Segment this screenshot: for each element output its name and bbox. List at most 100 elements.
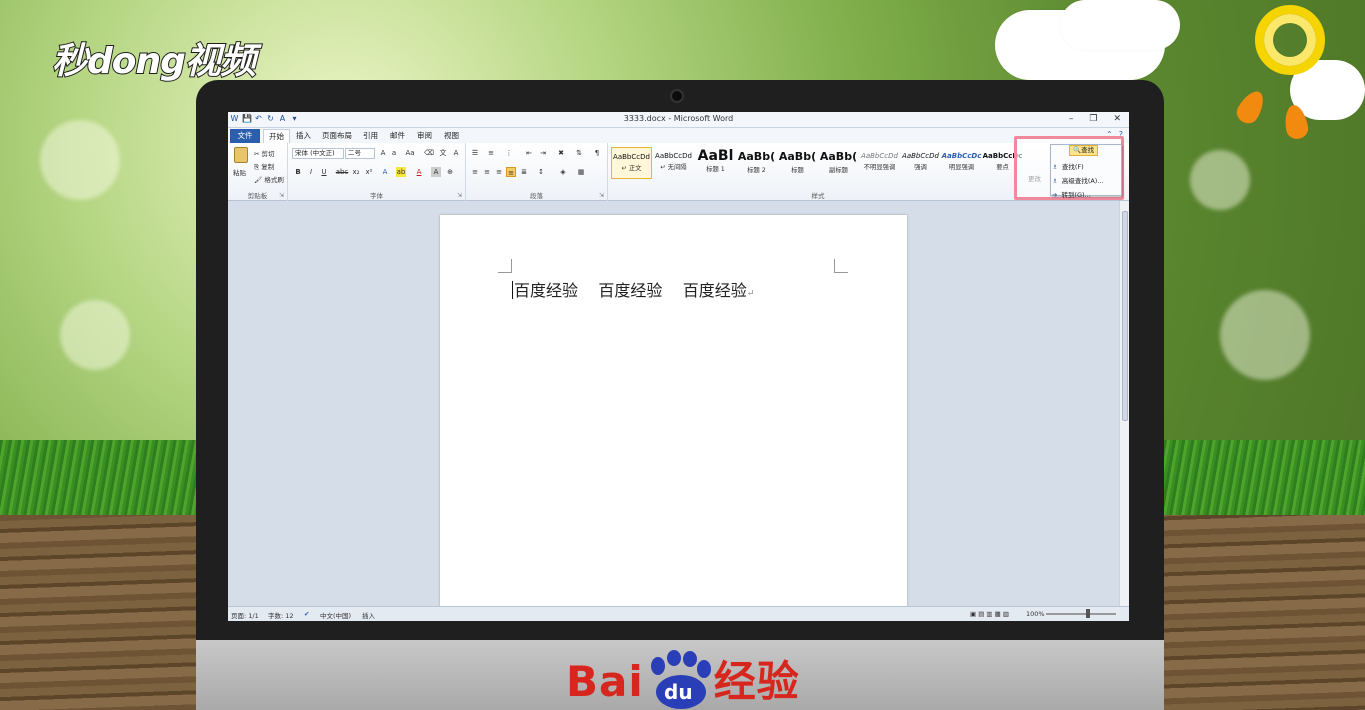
shading-icon[interactable]: ◈ (558, 167, 568, 177)
style-subtle-emphasis[interactable]: AaBbCcDd 不明显强调 (859, 147, 900, 179)
style-title[interactable]: AaBb( 标题 (777, 147, 818, 179)
vertical-scrollbar[interactable] (1119, 201, 1129, 606)
style-normal[interactable]: AaBbCcDd ↵ 正文 (611, 147, 652, 179)
document-text[interactable]: 百度经验 百度经验 百度经验↵ (512, 277, 754, 301)
menu-item-goto[interactable]: ➔ 转到(G)... (1052, 189, 1091, 199)
text-cursor (512, 281, 513, 299)
proofing-icon[interactable]: ✔ (304, 610, 309, 618)
subscript-button[interactable]: x₂ (351, 167, 361, 177)
style-intense-emphasis[interactable]: AaBbCcDc 明显强调 (941, 147, 982, 179)
document-page[interactable]: 百度经验 百度经验 百度经验↵ (440, 215, 907, 615)
tab-file[interactable]: 文件 (230, 129, 260, 143)
line-spacing-icon[interactable]: ↕ (536, 167, 546, 177)
close-button[interactable]: ✕ (1113, 114, 1121, 124)
increase-indent-icon[interactable]: ⇥ (538, 148, 548, 158)
tab-review[interactable]: 审阅 (412, 129, 437, 143)
text-effects-icon[interactable]: A (380, 167, 390, 177)
borders-icon[interactable]: ▦ (576, 167, 586, 177)
strikethrough-button[interactable]: abc (335, 167, 349, 177)
align-right-icon[interactable]: ≡ (494, 167, 504, 177)
paste-icon[interactable] (234, 147, 248, 163)
language-indicator[interactable]: 中文(中国) (320, 610, 351, 620)
highlight-color-icon[interactable]: ab (396, 167, 406, 177)
bokeh-light (1220, 290, 1310, 380)
word-count[interactable]: 字数: 12 (268, 610, 294, 620)
tab-mailings[interactable]: 邮件 (385, 129, 410, 143)
tab-references[interactable]: 引用 (358, 129, 383, 143)
sort-icon[interactable]: ⇅ (574, 148, 584, 158)
video-watermark-logo: 秒dong视频 (51, 40, 257, 83)
change-case-icon[interactable]: Aa (405, 148, 415, 158)
font-name-select[interactable]: 宋体 (中文正) (292, 148, 344, 159)
paste-button[interactable]: 粘贴 (233, 167, 246, 177)
scrollbar-thumb[interactable] (1122, 211, 1128, 421)
find-button-label: 查找 (1081, 146, 1095, 154)
style-emphasis[interactable]: AaBbCcDd 强调 (900, 147, 941, 179)
justify-icon[interactable]: ≡ (506, 167, 516, 177)
font-launcher-icon[interactable]: ⇲ (457, 192, 462, 199)
superscript-button[interactable]: x² (364, 167, 374, 177)
sun-ray (1232, 86, 1270, 128)
style-sample: AaBbCcDd (861, 152, 898, 160)
style-name: 副标题 (829, 167, 848, 174)
style-subtitle[interactable]: AaBb( 副标题 (818, 147, 859, 179)
numbering-icon[interactable]: ≡ (486, 148, 496, 158)
align-left-icon[interactable]: ≡ (470, 167, 480, 177)
find-button[interactable]: 🔍查找 (1069, 145, 1099, 156)
word-window: W 💾 ↶ ↻ A ▾ 3333.docx - Microsoft Word –… (228, 112, 1129, 621)
char-shading-icon[interactable]: A (431, 167, 441, 177)
align-center-icon[interactable]: ≡ (482, 167, 492, 177)
font-group-label: 字体 (370, 192, 383, 200)
grow-font-icon[interactable]: A (378, 148, 388, 158)
style-name: ↵ 正文 (621, 165, 642, 172)
baidu-logo-jingyan: 经验 (713, 657, 800, 706)
chinese-layout-icon[interactable]: ✖ (556, 148, 566, 158)
clipboard-group: 粘贴 ✂ 剪切 ⎘ 复制 🖌 格式刷 剪贴板 ⇲ (228, 143, 288, 201)
distributed-icon[interactable]: ≣ (519, 167, 529, 177)
style-no-spacing[interactable]: AaBbCcDd ↵ 无间隔 (653, 147, 694, 179)
page-count[interactable]: 页面: 1/1 (231, 610, 259, 620)
style-heading-2[interactable]: AaBb( 标题 2 (736, 147, 777, 179)
minimize-button[interactable]: – (1069, 114, 1074, 124)
show-marks-icon[interactable]: ¶ (592, 148, 602, 158)
multilevel-list-icon[interactable]: ⋮ (504, 148, 514, 158)
bokeh-light (40, 120, 120, 200)
bold-button[interactable]: B (293, 167, 303, 177)
clipboard-launcher-icon[interactable]: ⇲ (279, 192, 284, 199)
bullets-icon[interactable]: ☰ (470, 148, 480, 158)
phonetic-guide-icon[interactable]: 文 (438, 148, 448, 158)
tab-view[interactable]: 视图 (439, 129, 464, 143)
tab-home[interactable]: 开始 (263, 129, 290, 143)
shrink-font-icon[interactable]: a (389, 148, 399, 158)
decrease-indent-icon[interactable]: ⇤ (524, 148, 534, 158)
window-controls: – ❐ ✕ (1069, 114, 1121, 124)
menu-item-advanced-find[interactable]: ♗ 高级查找(A)... (1052, 175, 1104, 185)
zoom-level[interactable]: 100% (1026, 610, 1045, 618)
menu-item-find[interactable]: ♗ 查找(F) (1052, 161, 1084, 171)
style-heading-1[interactable]: AaBl 标题 1 (695, 147, 736, 179)
enclose-char-icon[interactable]: ⊕ (445, 167, 455, 177)
font-color-icon[interactable]: A (414, 167, 424, 177)
insert-mode[interactable]: 插入 (362, 610, 375, 620)
view-buttons[interactable]: ▣ ▤ ▥ ▦ ▧ (970, 610, 1009, 618)
tab-page-layout[interactable]: 页面布局 (317, 129, 357, 143)
zoom-slider[interactable] (1046, 613, 1116, 615)
font-size-select[interactable]: 二号 (345, 148, 375, 159)
char-border-icon[interactable]: A (451, 148, 461, 158)
cut-button[interactable]: ✂ 剪切 (254, 148, 275, 158)
style-sample: AaBl (697, 148, 734, 164)
maximize-button[interactable]: ❐ (1089, 114, 1097, 124)
clear-format-icon[interactable]: ⌫ (424, 148, 434, 158)
paragraph-group-label: 段落 (530, 192, 543, 200)
styles-group-label: 样式 (811, 192, 825, 200)
copy-label: 复制 (261, 163, 275, 171)
paragraph-launcher-icon[interactable]: ⇲ (599, 192, 604, 199)
tab-insert[interactable]: 插入 (291, 129, 316, 143)
underline-button[interactable]: U (319, 167, 329, 177)
bokeh-light (1190, 150, 1250, 210)
copy-button[interactable]: ⎘ 复制 (254, 161, 274, 172)
sun-decoration (1255, 5, 1325, 75)
zoom-slider-knob[interactable] (1086, 609, 1090, 618)
format-painter-button[interactable]: 🖌 格式刷 (254, 174, 284, 184)
italic-button[interactable]: I (306, 167, 316, 177)
